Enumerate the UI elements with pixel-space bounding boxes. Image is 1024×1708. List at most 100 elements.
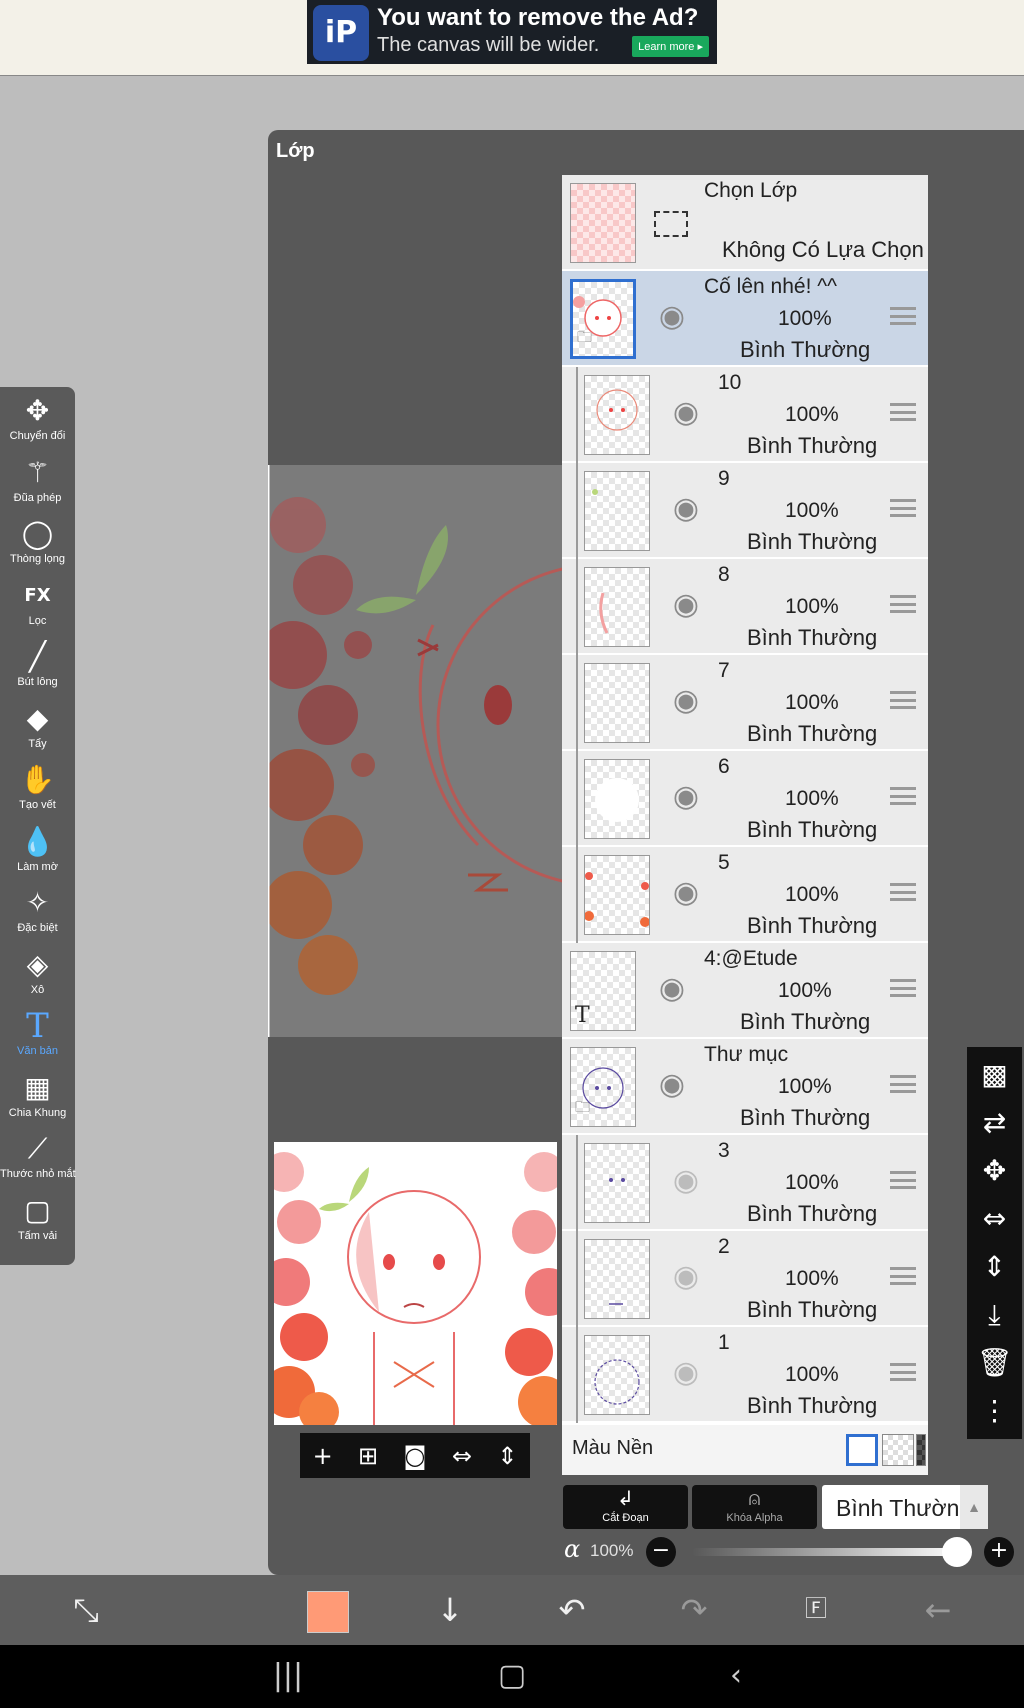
flip-vertical-icon[interactable]: ⇕ <box>497 1442 517 1470</box>
layer-thumbnail-art <box>596 389 638 431</box>
tool-blur[interactable]: 💧 Làm mờ <box>0 824 75 885</box>
background-white-swatch[interactable] <box>846 1434 878 1466</box>
opacity-decrease-button[interactable]: − <box>646 1537 676 1567</box>
layer-row[interactable]: ◉ 5 100% Bình Thường <box>562 847 928 943</box>
download-arrow-icon[interactable]: ↓ <box>420 1585 480 1635</box>
tool-transform[interactable]: ✥ Chuyển đổi <box>0 393 75 454</box>
eye-hidden-icon[interactable]: ◉ <box>666 1353 706 1393</box>
layer-row[interactable]: ◉ 9 100% Bình Thường <box>562 463 928 559</box>
opacity-slider[interactable] <box>692 1548 962 1556</box>
canvas-preview[interactable] <box>274 1142 557 1425</box>
drag-handle-icon[interactable] <box>890 691 916 709</box>
trash-icon[interactable]: 🗑 <box>967 1341 1022 1385</box>
eye-icon[interactable]: ◉ <box>666 489 706 529</box>
drag-handle-icon[interactable] <box>890 787 916 805</box>
layer-row[interactable]: 🗀 ◉ Cố lên nhé! ^^ 100% Bình Thường <box>562 271 928 367</box>
drag-handle-icon[interactable] <box>890 1267 916 1285</box>
drag-handle-icon[interactable] <box>890 1363 916 1381</box>
layer-row[interactable]: ◉ 2 100% Bình Thường <box>562 1231 928 1327</box>
background-transparent-swatch[interactable] <box>882 1434 914 1466</box>
move-icon[interactable]: ✥ <box>967 1149 1022 1193</box>
alpha-lock-button[interactable]: ⍝ Khóa Alpha <box>692 1485 817 1529</box>
drag-handle-icon[interactable] <box>890 595 916 613</box>
tool-eraser[interactable]: ◆ Tẩy <box>0 701 75 762</box>
tool-special[interactable]: ✧ Đặc biệt <box>0 885 75 946</box>
tool-swap-icon[interactable]: ⤡ <box>56 1585 116 1635</box>
drag-handle-icon[interactable] <box>890 979 916 997</box>
background-dark-swatch[interactable] <box>916 1434 926 1466</box>
checker-icon[interactable]: ▩ <box>967 1053 1022 1097</box>
eye-icon[interactable]: ◉ <box>666 777 706 817</box>
learn-more-button[interactable]: Learn more ▸ <box>632 36 709 57</box>
layer-thumbnail-art <box>609 1178 625 1182</box>
tool-canvas[interactable]: ▢ Tấm vải <box>0 1193 75 1254</box>
drag-handle-icon[interactable] <box>890 883 916 901</box>
redo-icon[interactable]: ↷ <box>664 1585 724 1635</box>
eye-hidden-icon[interactable]: ◉ <box>666 1161 706 1201</box>
clipping-button[interactable]: ↲ Cắt Đoạn <box>563 1485 688 1529</box>
tool-frame-divider[interactable]: ▦ Chia Khung <box>0 1070 75 1131</box>
layer-name: 10 <box>718 371 742 394</box>
tool-smudge[interactable]: ✋ Tạo vết <box>0 762 75 823</box>
add-icon[interactable]: + <box>313 1442 333 1470</box>
flip-vertical-icon[interactable]: ⇕ <box>967 1245 1022 1289</box>
tool-label: Chia Khung <box>8 1106 67 1119</box>
eye-icon[interactable]: ◉ <box>652 297 692 337</box>
layer-selection-row[interactable]: Chọn Lớp Không Có Lựa Chọn <box>562 175 928 271</box>
canvas[interactable] <box>268 465 564 1037</box>
merge-down-icon[interactable]: ⤓ <box>967 1293 1022 1337</box>
tool-text[interactable]: T Văn bản <box>0 1008 75 1069</box>
more-icon[interactable]: ⋮ <box>967 1389 1022 1433</box>
eye-icon[interactable]: ◉ <box>652 1065 692 1105</box>
flip-horizontal-icon[interactable]: ⇔ <box>452 1442 472 1470</box>
undo-icon[interactable]: ↶ <box>542 1585 602 1635</box>
eye-hidden-icon[interactable]: ◉ <box>666 1257 706 1297</box>
layer-name: 1 <box>718 1331 730 1354</box>
layer-row[interactable]: T ◉ 4:@Etude 100% Bình Thường <box>562 943 928 1039</box>
tool-label: Tẩy <box>28 737 47 750</box>
tool-lasso[interactable]: ◯ Thòng lọng <box>0 516 75 577</box>
add-layer-icon[interactable]: ⊞ <box>358 1442 378 1470</box>
layer-row[interactable]: 🗀 ◉ Thư mục 100% Bình Thường <box>562 1039 928 1135</box>
flip-horizontal-icon[interactable]: ⇔ <box>967 1197 1022 1241</box>
ad-subtitle: The canvas will be wider. <box>377 34 600 56</box>
layer-transfer-icon[interactable]: ⇄ <box>967 1101 1022 1145</box>
move-icon: ✥ <box>25 394 50 427</box>
drag-handle-icon[interactable] <box>890 403 916 421</box>
layer-row[interactable]: ◉ 6 100% Bình Thường <box>562 751 928 847</box>
layer-row[interactable]: ◉ 1 100% Bình Thường <box>562 1327 928 1423</box>
layer-row[interactable]: ◉ 3 100% Bình Thường <box>562 1135 928 1231</box>
eye-icon[interactable]: ◉ <box>666 873 706 913</box>
current-color-swatch[interactable] <box>307 1591 349 1633</box>
system-back-icon[interactable]: ‹ <box>706 1651 766 1701</box>
tool-filter[interactable]: FX Lọc <box>0 578 75 639</box>
opacity-slider-thumb[interactable] <box>942 1537 972 1567</box>
layer-row[interactable]: ◉ 10 100% Bình Thường <box>562 367 928 463</box>
ad-banner[interactable]: iP You want to remove the Ad? The canvas… <box>307 0 717 64</box>
layer-row[interactable]: ◉ 8 100% Bình Thường <box>562 559 928 655</box>
eye-icon[interactable]: ◉ <box>666 681 706 721</box>
tool-eyedropper[interactable]: ⟋ Thước nhỏ mắt <box>0 1131 76 1192</box>
frames-icon[interactable]: 🄵 <box>786 1585 846 1635</box>
home-icon[interactable]: ▢ <box>482 1651 542 1701</box>
blend-mode-select[interactable]: Bình Thường ▲ <box>822 1485 988 1529</box>
tool-fill[interactable]: ◈ Xô <box>0 947 75 1008</box>
drag-handle-icon[interactable] <box>890 1075 916 1093</box>
recent-apps-icon[interactable]: ||| <box>258 1651 318 1701</box>
eye-icon[interactable]: ◉ <box>666 393 706 433</box>
tool-magic-wand[interactable]: ⚚ Đũa phép <box>0 455 75 516</box>
drag-handle-icon[interactable] <box>890 307 916 325</box>
layer-opacity: 100% <box>785 499 839 522</box>
opacity-increase-button[interactable]: + <box>984 1537 1014 1567</box>
tool-brush[interactable]: ╱ Bút lông <box>0 639 75 700</box>
camera-icon[interactable]: ◙ <box>403 1442 426 1470</box>
layer-row[interactable]: ◉ 7 100% Bình Thường <box>562 655 928 751</box>
drag-handle-icon[interactable] <box>890 499 916 517</box>
magic-wand-icon: ⚚ <box>24 455 51 489</box>
eye-icon[interactable]: ◉ <box>666 585 706 625</box>
eye-icon[interactable]: ◉ <box>652 969 692 1009</box>
selection-status: Không Có Lựa Chọn <box>722 237 924 262</box>
back-arrow-icon[interactable]: ← <box>908 1585 968 1635</box>
layer-blend-mode: Bình Thường <box>747 721 878 746</box>
drag-handle-icon[interactable] <box>890 1171 916 1189</box>
